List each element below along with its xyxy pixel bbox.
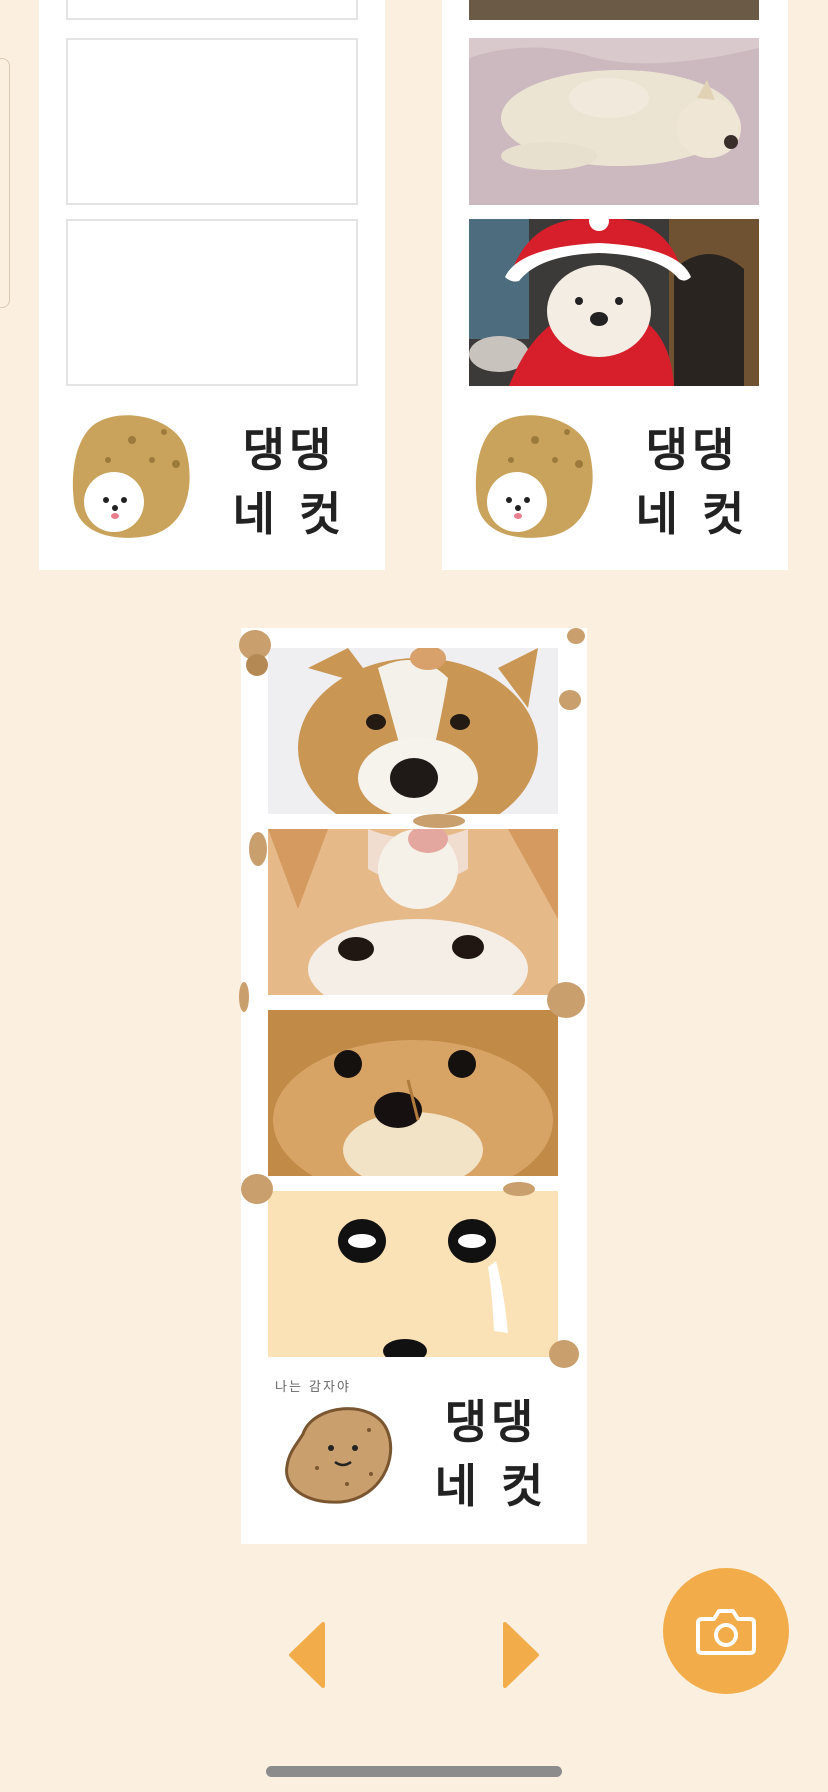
potato-dog-logo: [72, 415, 190, 538]
potato-caption: 나는 감자야: [275, 1380, 351, 1395]
potato-sticker: [239, 982, 249, 1012]
chevron-right-icon[interactable]: [501, 1622, 541, 1688]
photo-dog-santa[interactable]: [469, 219, 759, 386]
camera-button[interactable]: [663, 1568, 789, 1694]
chevron-left-icon[interactable]: [287, 1622, 327, 1688]
photo-crying-cartoon[interactable]: [268, 1191, 558, 1357]
brand-title: 댕댕 네 컷: [434, 1395, 548, 1513]
photo-corgi-1[interactable]: [268, 648, 558, 814]
photo-slot-empty[interactable]: [66, 38, 358, 205]
potato-sticker: [241, 1174, 273, 1204]
photo-slot-partial[interactable]: [469, 0, 759, 20]
frame-template-left[interactable]: 댕댕 네 컷: [39, 0, 385, 570]
brand-title: 댕댕 네 컷: [232, 423, 346, 541]
side-drawer-handle[interactable]: [0, 58, 10, 308]
photo-slot-empty[interactable]: [66, 0, 358, 20]
frame-template-right[interactable]: 댕댕 네 컷: [442, 0, 788, 570]
home-indicator: [266, 1766, 562, 1777]
potato-sticker: [503, 1182, 535, 1196]
potato-logo: [285, 1407, 393, 1504]
potato-sticker: [547, 982, 585, 1018]
photo-dog-lying[interactable]: [469, 38, 759, 205]
potato-sticker: [549, 1340, 579, 1368]
camera-icon: [696, 1609, 756, 1655]
potato-sticker: [413, 814, 465, 828]
photo-slot-empty[interactable]: [66, 219, 358, 386]
potato-sticker: [246, 654, 268, 676]
potato-dog-logo: [475, 415, 593, 538]
potato-sticker: [559, 690, 581, 710]
selected-frame[interactable]: 나는 감자야 댕댕 네 컷: [239, 628, 587, 1544]
potato-sticker: [249, 832, 267, 866]
potato-sticker: [567, 628, 585, 644]
photo-corgi-2[interactable]: [268, 829, 558, 995]
photo-pomeranian[interactable]: [268, 1010, 558, 1176]
brand-title: 댕댕 네 컷: [635, 423, 749, 541]
